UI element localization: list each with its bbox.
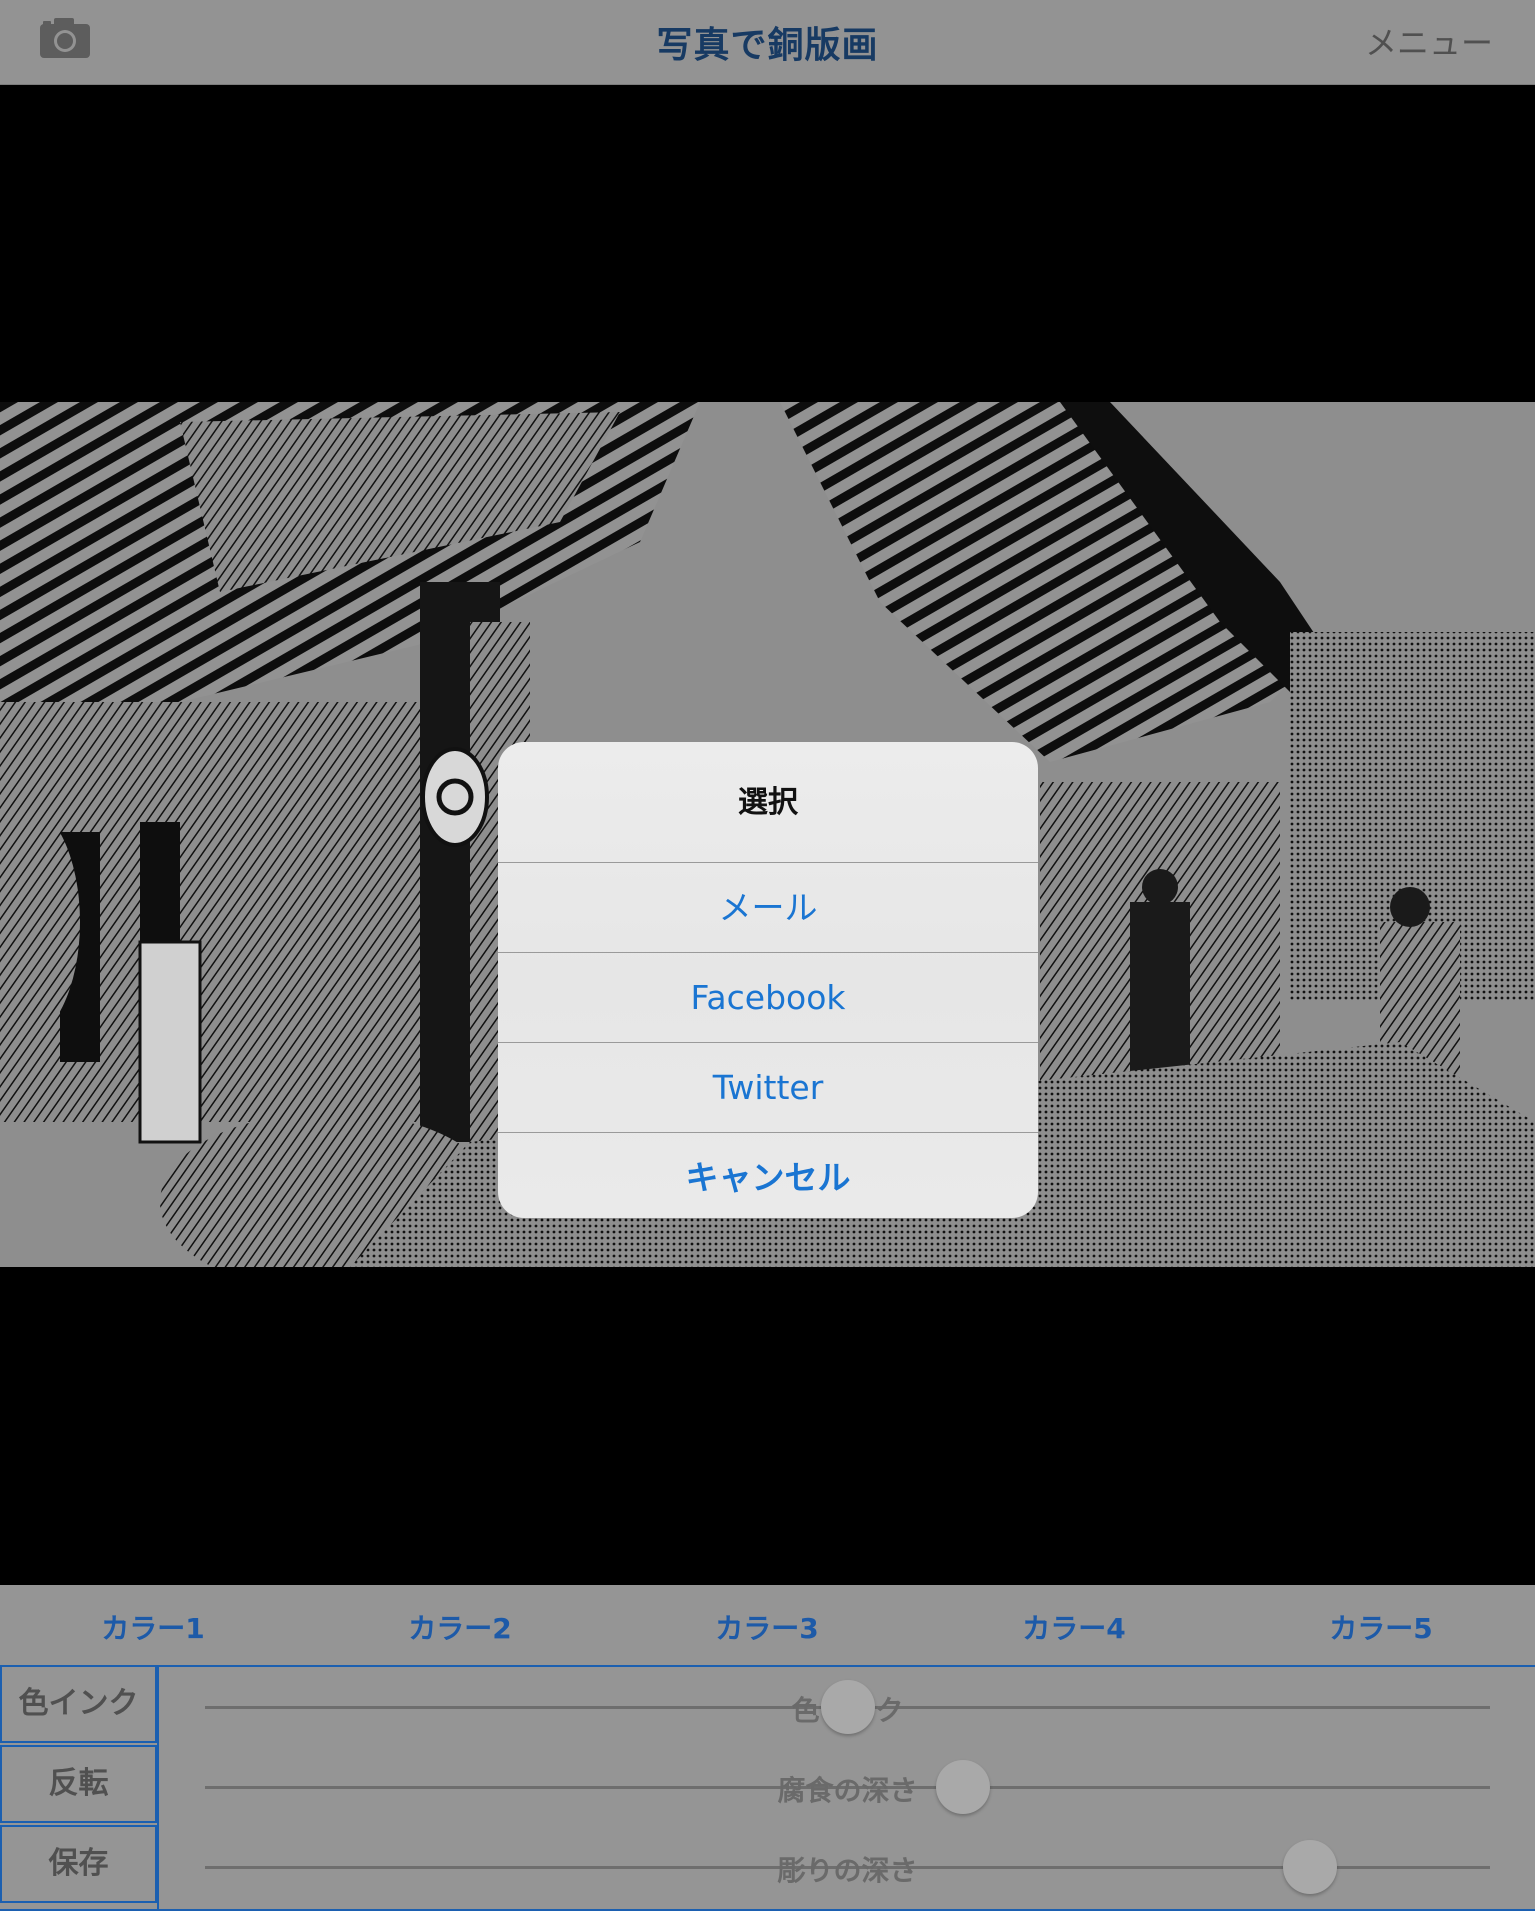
dialog-title: 選択 [498,742,1038,863]
save-button[interactable]: 保存 [0,1825,157,1903]
ink-slider[interactable]: 色インク [205,1677,1490,1737]
slider-knob[interactable] [820,1680,875,1734]
color-tab-bar: カラー1 カラー2 カラー3 カラー4 カラー5 [0,1585,1535,1667]
control-panel: カラー1 カラー2 カラー3 カラー4 カラー5 色インク 反転 保存 色インク… [0,1585,1535,1911]
share-dialog: 選択 メール Facebook Twitter キャンセル [498,742,1038,1218]
slider-knob[interactable] [1283,1840,1338,1894]
panel-divider [157,1665,159,1911]
ink-button[interactable]: 色インク [0,1665,157,1743]
color-tab-4[interactable]: カラー4 [974,1607,1174,1647]
menu-button[interactable]: メニュー [1365,18,1493,64]
corrosion-depth-slider[interactable]: 腐食の深さ [205,1757,1490,1817]
color-tab-1[interactable]: カラー1 [53,1607,253,1647]
color-tab-5[interactable]: カラー5 [1281,1607,1481,1647]
color-tab-3[interactable]: カラー3 [667,1607,867,1647]
share-twitter-option[interactable]: Twitter [498,1043,1038,1133]
carve-depth-slider[interactable]: 彫りの深さ [205,1837,1490,1897]
invert-button[interactable]: 反転 [0,1745,157,1823]
slider-label: 腐食の深さ [777,1774,918,1807]
slider-knob[interactable] [936,1760,991,1814]
navigation-bar: 写真で銅版画 メニュー [0,0,1535,85]
share-mail-option[interactable]: メール [498,863,1038,953]
color-tab-2[interactable]: カラー2 [360,1607,560,1647]
share-facebook-option[interactable]: Facebook [498,953,1038,1043]
cancel-button[interactable]: キャンセル [498,1133,1038,1218]
page-title: 写真で銅版画 [656,25,879,66]
